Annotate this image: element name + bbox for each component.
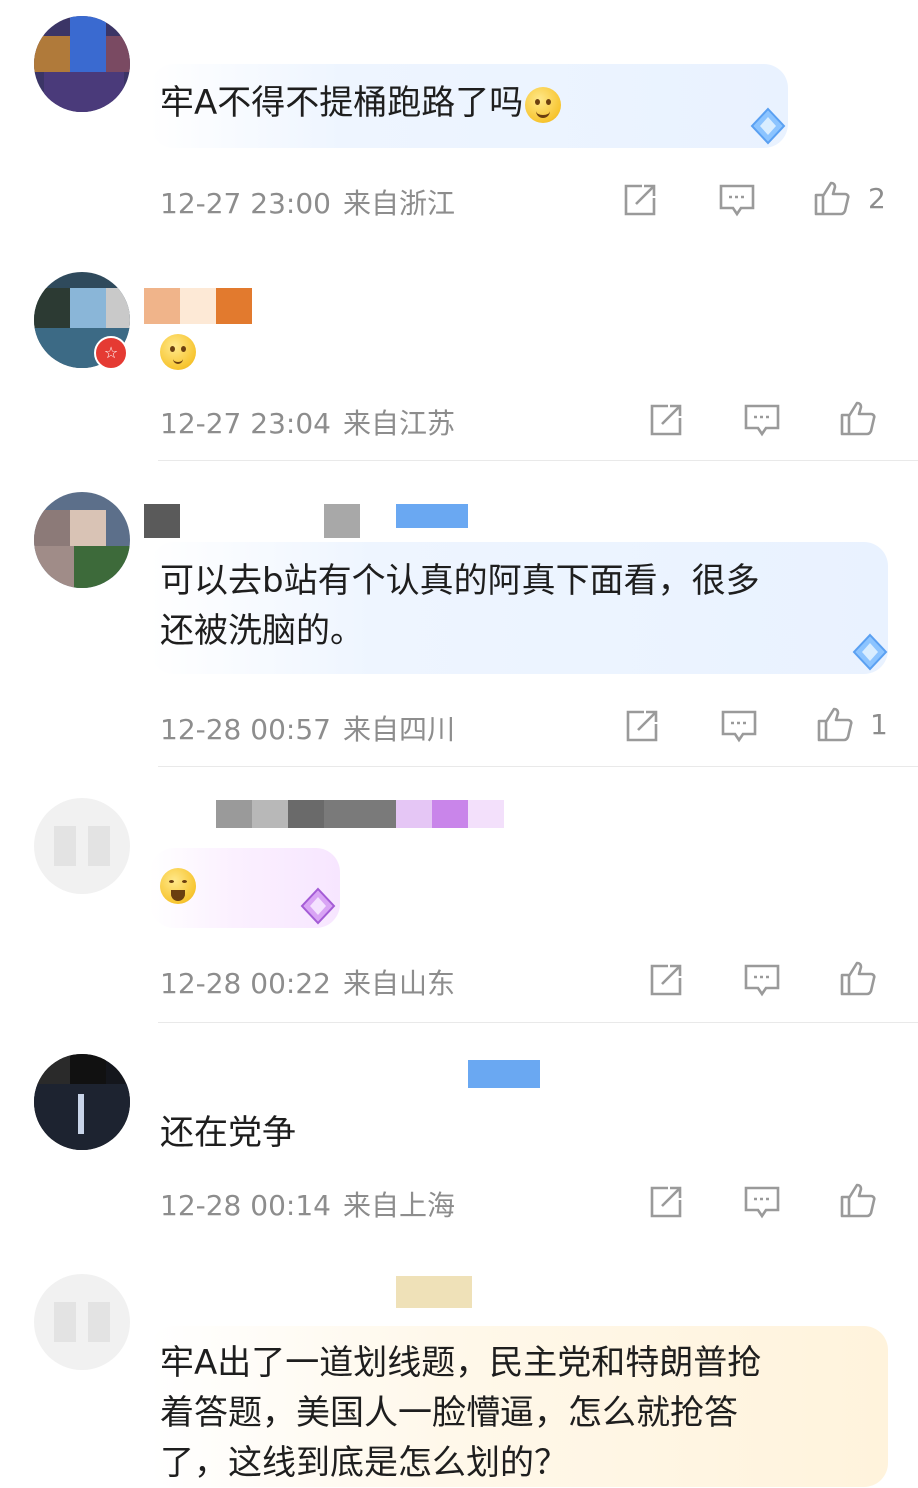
comment-icon xyxy=(744,1186,780,1219)
location: 来自山东 xyxy=(342,967,455,1000)
thumbs-up-icon xyxy=(814,181,850,216)
share-icon xyxy=(626,710,658,742)
thumbs-up-icon xyxy=(840,1183,876,1218)
comment-text-line: 可以去b站有个认真的阿真下面看，很多 xyxy=(160,561,760,601)
avatar[interactable] xyxy=(34,1274,130,1370)
crying-face-icon xyxy=(525,86,562,123)
comment-text: 还在党争 xyxy=(160,1113,296,1153)
diamond-badge-icon xyxy=(852,633,888,671)
comment-icon xyxy=(744,404,780,437)
like-button[interactable] xyxy=(815,704,855,744)
comment-button[interactable] xyxy=(717,180,757,220)
share-icon xyxy=(624,184,656,216)
like-count: 1 xyxy=(870,708,888,741)
location: 来自浙江 xyxy=(342,187,455,220)
thinking-face-icon xyxy=(160,334,196,370)
timestamp: 12-28 00:22 xyxy=(160,967,331,1000)
username-mosaic xyxy=(396,1276,476,1308)
comment-text-line: 着答题，美国人一脸懵逼，怎么就抢答 xyxy=(160,1393,738,1433)
avatar[interactable] xyxy=(34,1054,130,1150)
comment-meta: 12-27 23:04 来自江苏 xyxy=(160,402,455,442)
timestamp: 12-27 23:00 xyxy=(160,187,331,220)
share-button[interactable] xyxy=(646,960,686,1000)
username-mosaic xyxy=(144,1060,544,1088)
timestamp: 12-28 00:57 xyxy=(160,713,331,746)
share-button[interactable] xyxy=(622,706,662,746)
comment-text-line: 了，这线到底是怎么划的？ xyxy=(160,1443,568,1483)
username-mosaic xyxy=(144,504,474,538)
share-icon xyxy=(650,1186,682,1218)
comment-button[interactable] xyxy=(719,706,759,746)
comment-meta: 12-28 00:57 来自四川 xyxy=(160,708,455,748)
comment-text-line: 还被洗脑的。 xyxy=(160,611,364,651)
comment-icon xyxy=(744,964,780,997)
diamond-badge-icon xyxy=(750,107,786,145)
share-button[interactable] xyxy=(620,180,660,220)
like-button[interactable] xyxy=(838,398,878,438)
comment-button[interactable] xyxy=(742,400,782,440)
timestamp: 12-28 00:14 xyxy=(160,1189,331,1222)
comment-meta: 12-28 00:14 来自上海 xyxy=(160,1184,455,1224)
like-button[interactable] xyxy=(838,958,878,998)
username-mosaic xyxy=(144,288,254,324)
comment-icon xyxy=(719,184,755,217)
verified-badge-icon: ☆ xyxy=(94,336,128,370)
thumbs-up-icon xyxy=(817,707,853,742)
comment-meta: 12-28 00:22 来自山东 xyxy=(160,962,455,1002)
location: 来自四川 xyxy=(342,713,455,746)
comment-button[interactable] xyxy=(742,1182,782,1222)
share-icon xyxy=(650,964,682,996)
divider xyxy=(158,460,918,461)
like-button[interactable] xyxy=(838,1180,878,1220)
avatar[interactable] xyxy=(34,492,130,588)
location: 来自江苏 xyxy=(342,407,455,440)
share-icon xyxy=(650,404,682,436)
divider xyxy=(158,1022,918,1023)
diamond-badge-icon xyxy=(300,887,336,925)
timestamp: 12-27 23:04 xyxy=(160,407,331,440)
comment-button[interactable] xyxy=(742,960,782,1000)
divider xyxy=(158,766,918,767)
share-button[interactable] xyxy=(646,1182,686,1222)
username-mosaic xyxy=(216,800,506,828)
share-button[interactable] xyxy=(646,400,686,440)
thumbs-up-icon xyxy=(840,401,876,436)
avatar[interactable] xyxy=(34,16,130,112)
thumbs-up-icon xyxy=(840,961,876,996)
avatar[interactable] xyxy=(34,798,130,894)
comment-icon xyxy=(721,710,757,743)
comment-meta: 12-27 23:00 来自浙江 xyxy=(160,182,455,222)
like-count: 2 xyxy=(868,182,886,215)
comment-text-line: 牢A出了一道划线题，民主党和特朗普抢 xyxy=(160,1343,762,1383)
comment-text: 牢A不得不提桶跑路了吗 xyxy=(160,78,562,128)
location: 来自上海 xyxy=(342,1189,455,1222)
laughing-tears-face-icon xyxy=(160,868,196,904)
like-button[interactable] xyxy=(812,178,852,218)
